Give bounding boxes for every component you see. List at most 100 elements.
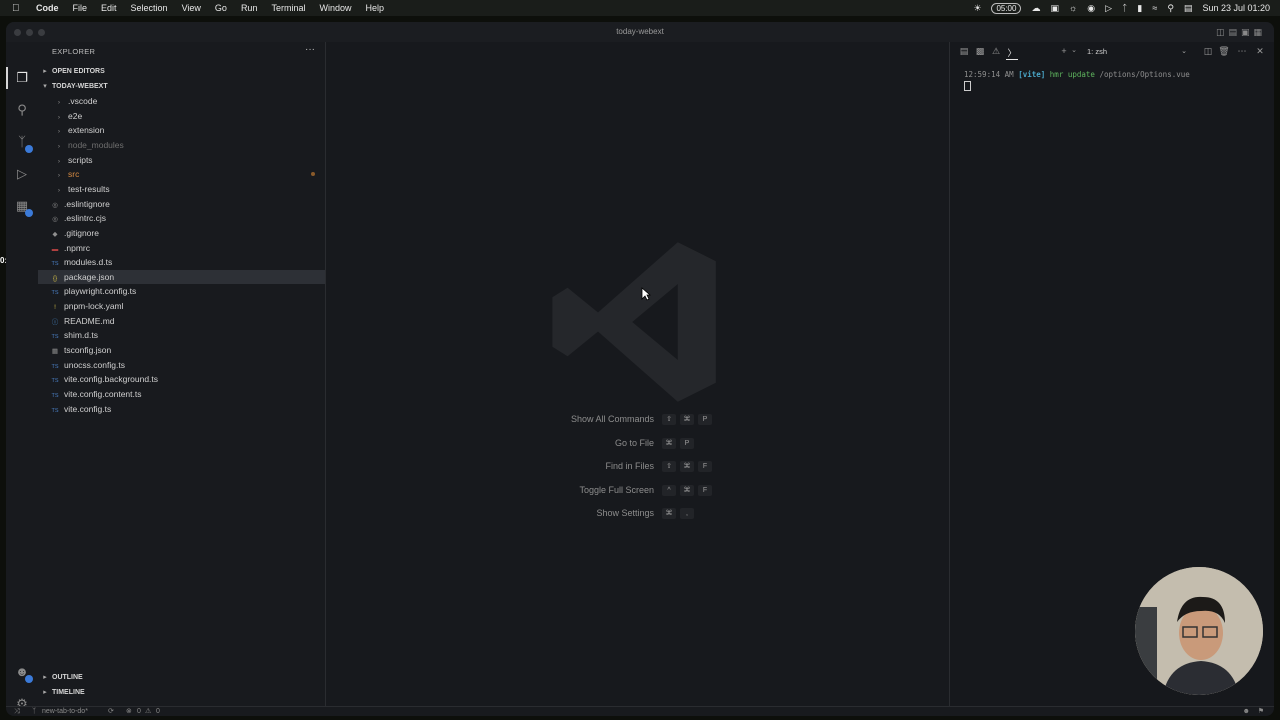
tree-file-item[interactable]: TS vite.config.content.ts: [38, 387, 325, 402]
run-debug-icon[interactable]: ▷: [14, 166, 30, 182]
tree-item-label: .eslintignore: [64, 198, 110, 209]
shortcut-hint-row[interactable]: Show Settings ⌘,: [326, 508, 949, 524]
menu-go[interactable]: Go: [215, 3, 227, 13]
keycap: P: [698, 414, 712, 425]
battery-icon[interactable]: ▮: [1137, 3, 1142, 14]
menu-app-name[interactable]: Code: [36, 3, 59, 13]
chevron-down-icon: ⌄: [1181, 48, 1187, 55]
account-status-icon[interactable]: ☻: [1243, 707, 1250, 716]
tree-item-label: extension: [68, 125, 105, 136]
tree-file-item[interactable]: ◎ .eslintrc.cjs: [38, 211, 325, 226]
menu-run[interactable]: Run: [241, 3, 258, 13]
editor-area[interactable]: Show All Commands ⇧ ⌘ P Go to File ⌘ P Find in …: [326, 42, 949, 706]
tree-file-item[interactable]: ▬ .npmrc: [38, 241, 325, 256]
tree-folder-item[interactable]: › .vscode: [38, 94, 325, 109]
debug-console-tab-icon[interactable]: ▩: [974, 46, 986, 57]
tree-file-item[interactable]: ! pnpm-lock.yaml: [38, 299, 325, 314]
more-actions-icon[interactable]: ···: [305, 44, 315, 55]
open-editors-section[interactable]: ▸ OPEN EDITORS: [38, 65, 325, 79]
brightness-icon[interactable]: ☀: [973, 3, 981, 14]
shortcut-hint-row[interactable]: Go to File ⌘ P: [326, 437, 949, 454]
tree-folder-item[interactable]: › src: [38, 167, 325, 182]
source-control-icon[interactable]: ᛉ: [14, 134, 33, 153]
tree-item-label: vite.config.background.ts: [64, 374, 159, 385]
tree-item-label: pnpm-lock.yaml: [64, 301, 124, 312]
play-icon[interactable]: ▷: [1105, 3, 1112, 14]
search-icon[interactable]: ⚲: [1167, 3, 1174, 14]
minimize-window-button[interactable]: [26, 29, 33, 36]
keycap: ⇧: [662, 414, 676, 425]
more-actions-icon[interactable]: ⋯: [1236, 46, 1248, 57]
tree-folder-item[interactable]: › e2e: [38, 109, 325, 124]
menu-terminal[interactable]: Terminal: [271, 3, 305, 13]
notifications-bell-icon[interactable]: ⚑: [1258, 707, 1264, 716]
timer-pill[interactable]: 05:00: [991, 2, 1022, 14]
control-center-icon[interactable]: ▤: [1184, 3, 1193, 14]
keycap: ⌘: [680, 414, 694, 425]
tree-file-item[interactable]: ◆ .gitignore: [38, 226, 325, 241]
terminal-cursor[interactable]: [964, 81, 971, 91]
timeline-section[interactable]: ▸ TIMELINE: [38, 686, 325, 700]
tree-folder-item[interactable]: › test-results: [38, 182, 325, 197]
tree-file-item[interactable]: {} package.json: [38, 269, 325, 285]
tree-file-item[interactable]: TS vite.config.background.ts: [38, 372, 325, 387]
shortcut-hint-row[interactable]: Find in Files ⇧ ⌘ F: [326, 461, 949, 477]
tree-file-item[interactable]: TS unocss.config.ts: [38, 358, 325, 373]
menu-edit[interactable]: Edit: [101, 3, 117, 13]
search-view-icon[interactable]: ⚲: [14, 102, 30, 118]
wifi-icon[interactable]: ≈: [1152, 3, 1157, 13]
split-terminal-icon[interactable]: ◫: [1202, 46, 1214, 57]
vscode-window: today-webext ◫▤▣▦ ❐ ⚲ ᛉ ▷ ▦ ☻ ⚙ EXPLORER…: [6, 22, 1274, 716]
tree-file-item[interactable]: TS playwright.config.ts: [38, 284, 325, 299]
tree-item-label: vite.config.content.ts: [64, 389, 142, 399]
branch-name[interactable]: new-tab-to-do*: [42, 707, 88, 716]
warning-icon[interactable]: ⚠: [145, 707, 151, 716]
error-count[interactable]: 0: [137, 707, 141, 716]
tree-folder-item[interactable]: › node_modules: [38, 138, 325, 153]
accounts-icon[interactable]: ☻: [14, 664, 33, 683]
globe-icon[interactable]: ◉: [1087, 3, 1095, 14]
close-window-button[interactable]: [14, 29, 21, 36]
sun-icon[interactable]: ☼: [1069, 3, 1077, 13]
outline-section[interactable]: ▸ OUTLINE: [38, 671, 325, 685]
cloud-icon[interactable]: ☁: [1031, 3, 1040, 14]
zoom-window-button[interactable]: [38, 29, 45, 36]
menu-help[interactable]: Help: [365, 3, 384, 13]
terminal-tab-icon[interactable]: 〉: [1006, 46, 1018, 60]
project-section[interactable]: ▾ TODAY-WEBEXT: [38, 80, 325, 94]
bluetooth-icon[interactable]: ᛏ: [1122, 3, 1127, 13]
s-app-icon[interactable]: ▣: [1050, 3, 1059, 14]
menu-selection[interactable]: Selection: [131, 3, 168, 13]
open-editors-label: OPEN EDITORS: [52, 68, 105, 75]
tree-file-item[interactable]: ⓘ README.md: [38, 314, 325, 329]
menu-file[interactable]: File: [73, 3, 88, 13]
remote-icon[interactable]: ⤨: [14, 707, 20, 716]
tree-file-item[interactable]: ◎ .eslintignore: [38, 197, 325, 212]
menu-view[interactable]: View: [182, 3, 201, 13]
tree-file-item[interactable]: TS shim.d.ts: [38, 328, 325, 343]
chevron-down-icon[interactable]: ⌄: [1068, 46, 1080, 54]
menu-window[interactable]: Window: [319, 3, 351, 13]
close-panel-icon[interactable]: ✕: [1254, 46, 1266, 57]
sync-icon[interactable]: ⟳: [108, 707, 114, 716]
shortcut-hint-row[interactable]: Show All Commands ⇧ ⌘ P: [326, 414, 949, 430]
tree-folder-item[interactable]: › scripts: [38, 153, 325, 168]
layout-controls-icon[interactable]: ◫▤▣▦: [1216, 22, 1266, 42]
tree-file-item[interactable]: TS vite.config.ts: [38, 402, 325, 417]
shortcut-label: Toggle Full Screen: [579, 484, 654, 495]
apple-icon[interactable]: : [12, 3, 28, 14]
explorer-icon[interactable]: ❐: [14, 70, 30, 86]
tree-folder-item[interactable]: › extension: [38, 123, 325, 138]
problems-tab-icon[interactable]: ⚠: [990, 46, 1002, 57]
shortcut-keys: ⇧ ⌘ P: [662, 414, 712, 425]
extensions-icon[interactable]: ▦: [14, 198, 33, 217]
menubar-datetime[interactable]: Sun 23 Jul 01:20: [1202, 3, 1270, 13]
warning-count[interactable]: 0: [156, 707, 160, 716]
terminal-selector[interactable]: 1: zsh ⌄: [1087, 47, 1191, 59]
shortcut-hint-row[interactable]: Toggle Full Screen ^ ⌘ F: [326, 484, 949, 501]
tree-file-item[interactable]: TS modules.d.ts: [38, 255, 325, 270]
kill-terminal-icon[interactable]: 🗑: [1218, 46, 1230, 57]
tree-file-item[interactable]: ▦ tsconfig.json: [38, 343, 325, 358]
output-tab-icon[interactable]: ▤: [958, 46, 970, 57]
error-icon[interactable]: ⊗: [126, 707, 132, 716]
